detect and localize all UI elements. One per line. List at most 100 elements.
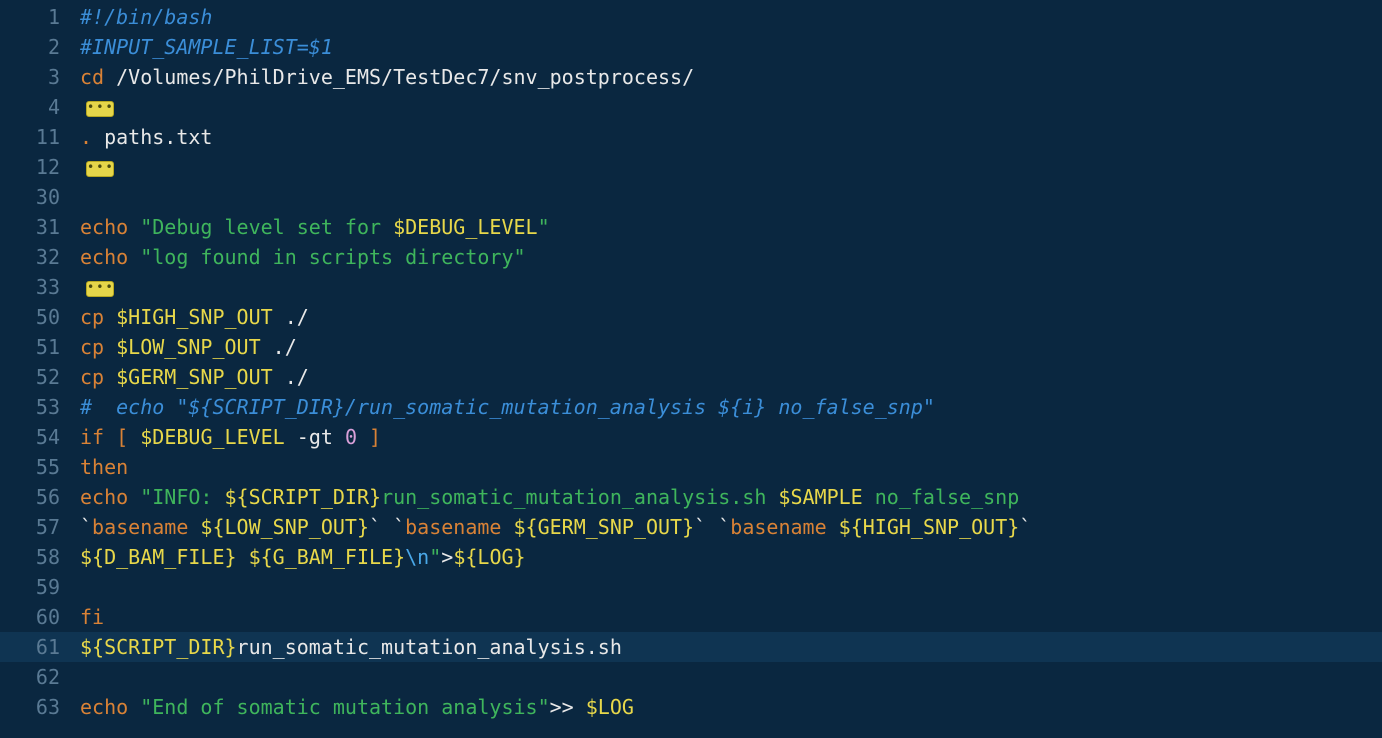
- code-content[interactable]: `basename ${LOW_SNP_OUT}` `basename ${GE…: [80, 512, 1382, 542]
- line-number: 53: [0, 392, 80, 422]
- token: [: [116, 425, 128, 449]
- line-number: 33: [0, 272, 80, 302]
- token: then: [80, 455, 128, 479]
- token: [104, 305, 116, 329]
- token: [128, 245, 140, 269]
- code-line[interactable]: 32echo "log found in scripts directory": [0, 242, 1382, 272]
- line-number: 51: [0, 332, 80, 362]
- code-line[interactable]: 12•••: [0, 152, 1382, 182]
- code-line[interactable]: 54if [ $DEBUG_LEVEL -gt 0 ]: [0, 422, 1382, 452]
- code-line[interactable]: 50cp $HIGH_SNP_OUT ./: [0, 302, 1382, 332]
- token: ${D_BAM_FILE}: [80, 545, 237, 569]
- token: ${SCRIPT_DIR}: [80, 635, 237, 659]
- token: "Debug level set for: [140, 215, 393, 239]
- token: paths.txt: [92, 125, 212, 149]
- code-content[interactable]: echo "log found in scripts directory": [80, 242, 1382, 272]
- token: `: [694, 515, 706, 539]
- code-content[interactable]: cp $GERM_SNP_OUT ./: [80, 362, 1382, 392]
- code-line[interactable]: 4•••: [0, 92, 1382, 122]
- code-line[interactable]: 58${D_BAM_FILE} ${G_BAM_FILE}\n">${LOG}: [0, 542, 1382, 572]
- code-line[interactable]: 2#INPUT_SAMPLE_LIST=$1: [0, 32, 1382, 62]
- code-content[interactable]: #INPUT_SAMPLE_LIST=$1: [80, 32, 1382, 62]
- token: `: [718, 515, 730, 539]
- code-content[interactable]: then: [80, 452, 1382, 482]
- code-content[interactable]: •••: [80, 92, 1382, 122]
- code-content[interactable]: echo "End of somatic mutation analysis">…: [80, 692, 1382, 722]
- code-content[interactable]: cd /Volumes/PhilDrive_EMS/TestDec7/snv_p…: [80, 62, 1382, 92]
- token: echo: [80, 695, 128, 719]
- fold-marker-icon[interactable]: •••: [86, 101, 114, 117]
- token: ": [429, 545, 441, 569]
- token: ./: [273, 305, 309, 329]
- token: fi: [80, 605, 104, 629]
- code-line[interactable]: 31echo "Debug level set for $DEBUG_LEVEL…: [0, 212, 1382, 242]
- code-content[interactable]: echo "INFO: ${SCRIPT_DIR}run_somatic_mut…: [80, 482, 1382, 512]
- line-number: 57: [0, 512, 80, 542]
- token: basename: [405, 515, 501, 539]
- code-line[interactable]: 62: [0, 662, 1382, 692]
- code-editor[interactable]: 1#!/bin/bash2#INPUT_SAMPLE_LIST=$13cd /V…: [0, 0, 1382, 722]
- token: [827, 515, 839, 539]
- code-line[interactable]: 30: [0, 182, 1382, 212]
- code-line[interactable]: 51cp $LOW_SNP_OUT ./: [0, 332, 1382, 362]
- code-content[interactable]: #!/bin/bash: [80, 2, 1382, 32]
- token: [128, 215, 140, 239]
- token: echo: [80, 245, 128, 269]
- code-line[interactable]: 3cd /Volumes/PhilDrive_EMS/TestDec7/snv_…: [0, 62, 1382, 92]
- code-content[interactable]: cp $LOW_SNP_OUT ./: [80, 332, 1382, 362]
- code-content[interactable]: •••: [80, 272, 1382, 302]
- code-line[interactable]: 57`basename ${LOW_SNP_OUT}` `basename ${…: [0, 512, 1382, 542]
- line-number: 60: [0, 602, 80, 632]
- token: $GERM_SNP_OUT: [116, 365, 273, 389]
- token: [357, 425, 369, 449]
- token: `: [393, 515, 405, 539]
- token: ${HIGH_SNP_OUT}: [839, 515, 1020, 539]
- line-number: 59: [0, 572, 80, 602]
- code-line[interactable]: 1#!/bin/bash: [0, 2, 1382, 32]
- token: cp: [80, 335, 104, 359]
- token: $SAMPLE: [778, 485, 862, 509]
- token: $DEBUG_LEVEL: [140, 425, 285, 449]
- code-content[interactable]: ${SCRIPT_DIR}run_somatic_mutation_analys…: [80, 632, 1382, 662]
- line-number: 31: [0, 212, 80, 242]
- fold-marker-icon[interactable]: •••: [86, 161, 114, 177]
- token: [381, 515, 393, 539]
- token: [188, 515, 200, 539]
- line-number: 55: [0, 452, 80, 482]
- code-line[interactable]: 61${SCRIPT_DIR}run_somatic_mutation_anal…: [0, 632, 1382, 662]
- line-number: 52: [0, 362, 80, 392]
- token: /Volumes/PhilDrive_EMS/TestDec7/snv_post…: [104, 65, 694, 89]
- code-content[interactable]: cp $HIGH_SNP_OUT ./: [80, 302, 1382, 332]
- token: basename: [730, 515, 826, 539]
- fold-marker-icon[interactable]: •••: [86, 281, 114, 297]
- token: ": [538, 215, 550, 239]
- token: basename: [92, 515, 188, 539]
- token: echo: [80, 215, 128, 239]
- token: -gt: [285, 425, 345, 449]
- token: `: [369, 515, 381, 539]
- token: 0: [345, 425, 357, 449]
- code-line[interactable]: 53# echo "${SCRIPT_DIR}/run_somatic_muta…: [0, 392, 1382, 422]
- code-content[interactable]: . paths.txt: [80, 122, 1382, 152]
- code-line[interactable]: 60fi: [0, 602, 1382, 632]
- token: run_somatic_mutation_analysis.sh: [381, 485, 778, 509]
- code-content[interactable]: if [ $DEBUG_LEVEL -gt 0 ]: [80, 422, 1382, 452]
- code-line[interactable]: 52cp $GERM_SNP_OUT ./: [0, 362, 1382, 392]
- code-line[interactable]: 33 •••: [0, 272, 1382, 302]
- code-content[interactable]: # echo "${SCRIPT_DIR}/run_somatic_mutati…: [80, 392, 1382, 422]
- code-line[interactable]: 55then: [0, 452, 1382, 482]
- code-line[interactable]: 11. paths.txt: [0, 122, 1382, 152]
- code-content[interactable]: ${D_BAM_FILE} ${G_BAM_FILE}\n">${LOG}: [80, 542, 1382, 572]
- code-content[interactable]: echo "Debug level set for $DEBUG_LEVEL": [80, 212, 1382, 242]
- code-line[interactable]: 56echo "INFO: ${SCRIPT_DIR}run_somatic_m…: [0, 482, 1382, 512]
- token: cd: [80, 65, 104, 89]
- line-number: 3: [0, 62, 80, 92]
- token: [574, 695, 586, 719]
- code-line[interactable]: 59: [0, 572, 1382, 602]
- code-content[interactable]: •••: [80, 152, 1382, 182]
- code-line[interactable]: 63echo "End of somatic mutation analysis…: [0, 692, 1382, 722]
- code-content[interactable]: fi: [80, 602, 1382, 632]
- token: [128, 485, 140, 509]
- line-number: 61: [0, 632, 80, 662]
- token: `: [1019, 515, 1031, 539]
